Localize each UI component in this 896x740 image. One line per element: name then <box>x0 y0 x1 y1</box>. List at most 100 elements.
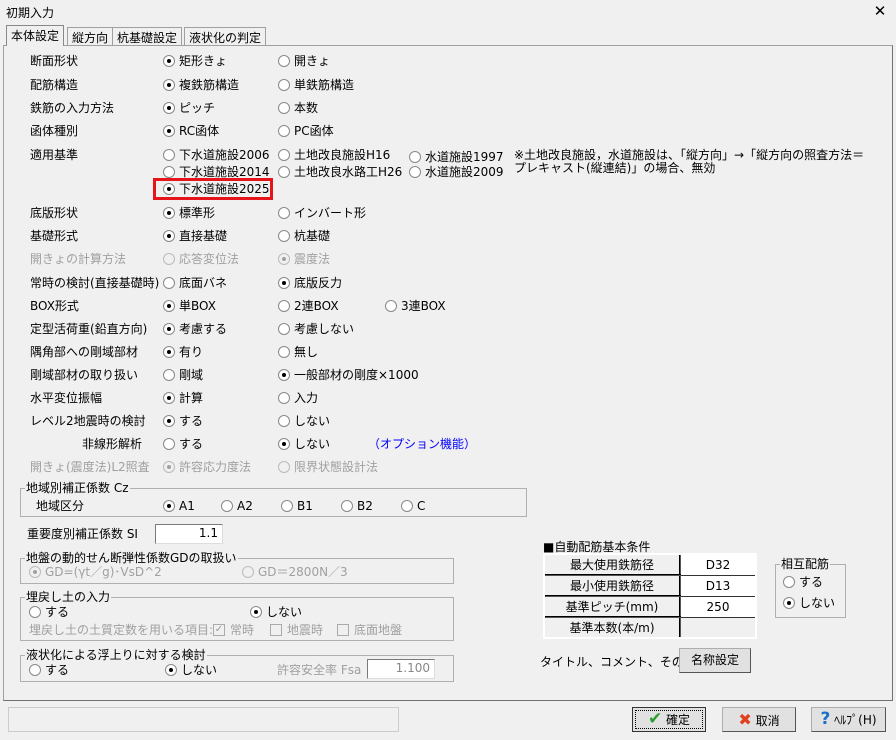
region-label: 地域区分 <box>36 499 85 513</box>
radio-icon[interactable] <box>278 125 290 137</box>
option-label: しない <box>294 437 331 451</box>
row-header: 最大使用鉄筋径 <box>543 553 681 576</box>
radio-icon[interactable] <box>278 392 290 404</box>
radio-icon[interactable] <box>278 253 290 265</box>
option-label: RC函体 <box>179 124 220 138</box>
radio-icon[interactable] <box>278 300 290 312</box>
fsa-input[interactable]: 1.100 <box>367 659 435 679</box>
value-cell[interactable] <box>679 616 757 639</box>
radio-icon[interactable] <box>278 149 290 161</box>
radio-icon[interactable] <box>278 346 290 358</box>
checkbox[interactable] <box>337 624 349 636</box>
radio-icon[interactable] <box>29 606 41 618</box>
option-label: 土地改良施設H16 <box>294 148 391 162</box>
option-label: 開きょ <box>294 54 331 68</box>
radio-icon[interactable] <box>278 79 290 91</box>
radio-icon[interactable] <box>221 500 233 512</box>
radio-icon[interactable] <box>163 207 175 219</box>
radio-icon[interactable] <box>165 664 177 676</box>
radio-icon[interactable] <box>29 664 41 676</box>
cancel-button[interactable]: ✖ 取消 <box>722 707 796 732</box>
radio-icon[interactable] <box>29 566 41 578</box>
option-label: 応答変位法 <box>179 252 240 266</box>
radio-icon[interactable] <box>163 438 175 450</box>
radio-icon[interactable] <box>163 253 175 265</box>
radio-icon[interactable] <box>409 166 421 178</box>
help-button[interactable]: ? ﾍﾙﾌﾟ(H) <box>811 707 886 732</box>
option-label: 水道施設2009 <box>425 165 504 179</box>
checkbox-label: 底面地盤 <box>354 623 403 637</box>
radio-icon[interactable] <box>278 230 290 242</box>
tab-liquefaction[interactable]: 液状化の判定 <box>184 27 267 46</box>
option-label: 矩形きょ <box>179 54 228 68</box>
radio-icon[interactable] <box>163 102 175 114</box>
checkbox[interactable]: ✓ <box>213 624 225 636</box>
radio-icon[interactable] <box>278 438 290 450</box>
checkbox-label: 常時 <box>230 623 255 637</box>
radio-icon[interactable] <box>163 323 175 335</box>
option-label: する <box>799 575 824 589</box>
option-label: 直接基礎 <box>179 229 228 243</box>
checkbox[interactable] <box>270 624 282 636</box>
option-label: 有り <box>179 345 204 359</box>
option-label: PC函体 <box>294 124 334 138</box>
option-label: 底面バネ <box>179 276 228 290</box>
radio-icon[interactable] <box>278 415 290 427</box>
importance-input[interactable]: 1.1 <box>155 524 223 544</box>
importance-label: 重要度別補正係数 SI <box>27 527 138 541</box>
auto-rebar-title: ■自動配筋基本条件 <box>543 540 651 554</box>
radio-icon[interactable] <box>341 500 353 512</box>
option-label: GD＝2800N／3 <box>258 565 348 579</box>
radio-icon[interactable] <box>163 346 175 358</box>
value-cell[interactable]: D13 <box>679 574 757 597</box>
radio-icon[interactable] <box>242 566 254 578</box>
radio-icon[interactable] <box>278 166 290 178</box>
tab-main-settings[interactable]: 本体設定 <box>6 25 65 46</box>
radio-icon[interactable] <box>163 500 175 512</box>
value-cell[interactable]: 250 <box>679 595 757 618</box>
radio-icon[interactable] <box>163 415 175 427</box>
option-feature-link[interactable]: （オプション機能） <box>368 437 476 451</box>
radio-icon[interactable] <box>163 166 175 178</box>
radio-icon[interactable] <box>278 461 290 473</box>
radio-icon[interactable] <box>278 102 290 114</box>
radio-icon[interactable] <box>278 55 290 67</box>
auto-rebar-table: 最大使用鉄筋径 D32 最小使用鉄筋径 D13 基準ピッチ(mm) 250 基準本数(本/m… <box>543 553 757 639</box>
title-bar: 初期入力 ✕ <box>0 0 896 24</box>
option-label: 標準形 <box>179 206 216 220</box>
radio-icon[interactable] <box>163 79 175 91</box>
cancel-x-icon: ✖ <box>738 710 752 729</box>
radio-icon[interactable] <box>278 323 290 335</box>
naming-button[interactable]: 名称設定 <box>679 648 751 673</box>
ok-button[interactable]: ✔ 確定 <box>632 707 706 732</box>
tab-pile-foundation[interactable]: 杭基礎設定 <box>112 27 183 46</box>
tab-longitudinal[interactable]: 縦方向 <box>67 27 114 46</box>
option-label: 許容応力度法 <box>179 460 252 474</box>
radio-icon[interactable] <box>278 277 290 289</box>
close-icon[interactable]: ✕ <box>870 2 890 20</box>
radio-icon[interactable] <box>278 369 290 381</box>
value-cell[interactable]: D32 <box>679 553 757 576</box>
radio-icon[interactable] <box>250 606 262 618</box>
radio-icon[interactable] <box>163 230 175 242</box>
radio-icon[interactable] <box>401 500 413 512</box>
radio-icon[interactable] <box>163 125 175 137</box>
radio-icon[interactable] <box>409 151 421 163</box>
radio-icon[interactable] <box>385 300 397 312</box>
radio-icon[interactable] <box>163 392 175 404</box>
option-label: 入力 <box>294 391 319 405</box>
radio-icon[interactable] <box>163 149 175 161</box>
row-label: 開きょ(震度法)L2照査 <box>30 460 150 474</box>
radio-icon[interactable] <box>163 369 175 381</box>
radio-icon[interactable] <box>163 277 175 289</box>
radio-icon[interactable] <box>163 55 175 67</box>
radio-icon[interactable] <box>163 461 175 473</box>
radio-icon[interactable] <box>783 597 795 609</box>
row-label: 底版形状 <box>30 206 79 220</box>
option-label: 計算 <box>179 391 204 405</box>
radio-icon[interactable] <box>281 500 293 512</box>
radio-icon[interactable] <box>783 576 795 588</box>
radio-icon[interactable] <box>163 300 175 312</box>
radio-icon[interactable] <box>278 207 290 219</box>
row-label: 基礎形式 <box>30 229 79 243</box>
